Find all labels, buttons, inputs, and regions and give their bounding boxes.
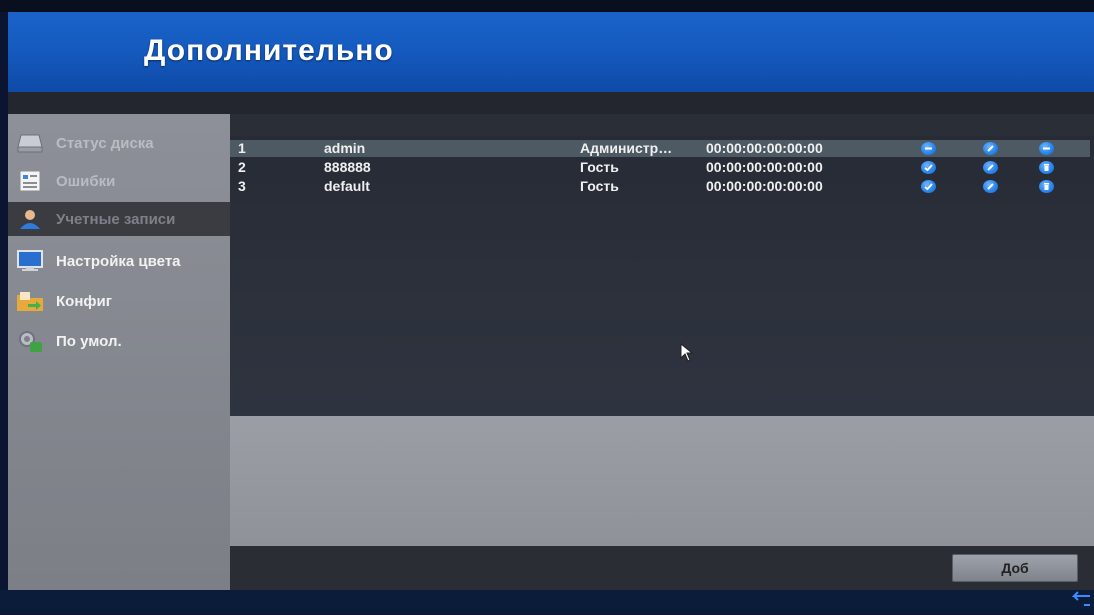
sidebar-item-user-accounts[interactable]: Учетные записи [8,202,230,236]
edit-icon[interactable] [980,159,1000,176]
delete-icon[interactable] [1036,159,1056,176]
user-level: Гость [580,178,619,194]
minus-icon[interactable] [1036,140,1056,157]
mouse-cursor-icon [680,342,696,363]
user-number: 3 [238,178,246,194]
table-row[interactable]: 2 888888 Гость 00:00:00:00:00:00 [230,159,1090,176]
footer-bar: Доб [230,546,1094,590]
check-icon[interactable] [918,178,938,195]
sidebar-item-disk-status[interactable]: Статус диска [8,126,230,160]
user-number: 1 [238,140,246,156]
screen-bezel [0,0,1094,12]
user-mac: 00:00:00:00:00:00 [706,140,823,156]
sidebar-item-errors[interactable]: Ошибки [8,164,230,198]
dvr-screen: Дополнительно Статус диска Ошибки Учетны… [0,0,1094,614]
user-name: 888888 [324,159,371,175]
sidebar-item-label: По умол. [56,332,122,350]
sidebar-item-label: Статус диска [56,134,154,152]
add-button[interactable]: Доб [952,554,1078,582]
sidebar-item-label: Ошибки [56,172,116,190]
gear-default-icon [16,329,44,353]
user-number: 2 [238,159,246,175]
monitor-icon [16,249,44,273]
sidebar-item-label: Конфиг [56,292,112,310]
table-header [230,114,1094,136]
page-title: Дополнительно [144,34,394,67]
user-level: Гость [580,159,619,175]
hdd-icon [16,131,44,155]
page-header: Дополнительно [8,12,1094,92]
user-accounts-panel: 1 admin Администр… 00:00:00:00:00:00 2 8… [230,114,1094,590]
folder-export-icon [16,289,44,313]
user-account-icon [16,207,44,231]
edit-icon[interactable] [980,140,1000,157]
log-icon [16,169,44,193]
user-name: admin [324,140,366,156]
sidebar-item-defaults[interactable]: По умол. [8,324,230,358]
check-icon[interactable] [918,159,938,176]
sidebar-item-label: Настройка цвета [56,252,181,270]
back-arrow-icon[interactable] [1068,590,1092,610]
sidebar: Статус диска Ошибки Учетные записи Настр… [8,114,230,590]
sidebar-item-color-settings[interactable]: Настройка цвета [8,244,230,278]
edit-icon[interactable] [980,178,1000,195]
user-mac: 00:00:00:00:00:00 [706,178,823,194]
user-level: Администр… [580,140,673,156]
bottom-bar [0,590,1094,614]
table-row[interactable]: 3 default Гость 00:00:00:00:00:00 [230,178,1090,195]
delete-icon[interactable] [1036,178,1056,195]
table-row[interactable]: 1 admin Администр… 00:00:00:00:00:00 [230,140,1090,157]
sidebar-item-config[interactable]: Конфиг [8,284,230,318]
header-divider [8,92,1094,114]
user-mac: 00:00:00:00:00:00 [706,159,823,175]
sidebar-item-label: Учетные записи [56,210,176,228]
user-name: default [324,178,370,194]
details-panel [230,416,1094,546]
minus-icon[interactable] [918,140,938,157]
